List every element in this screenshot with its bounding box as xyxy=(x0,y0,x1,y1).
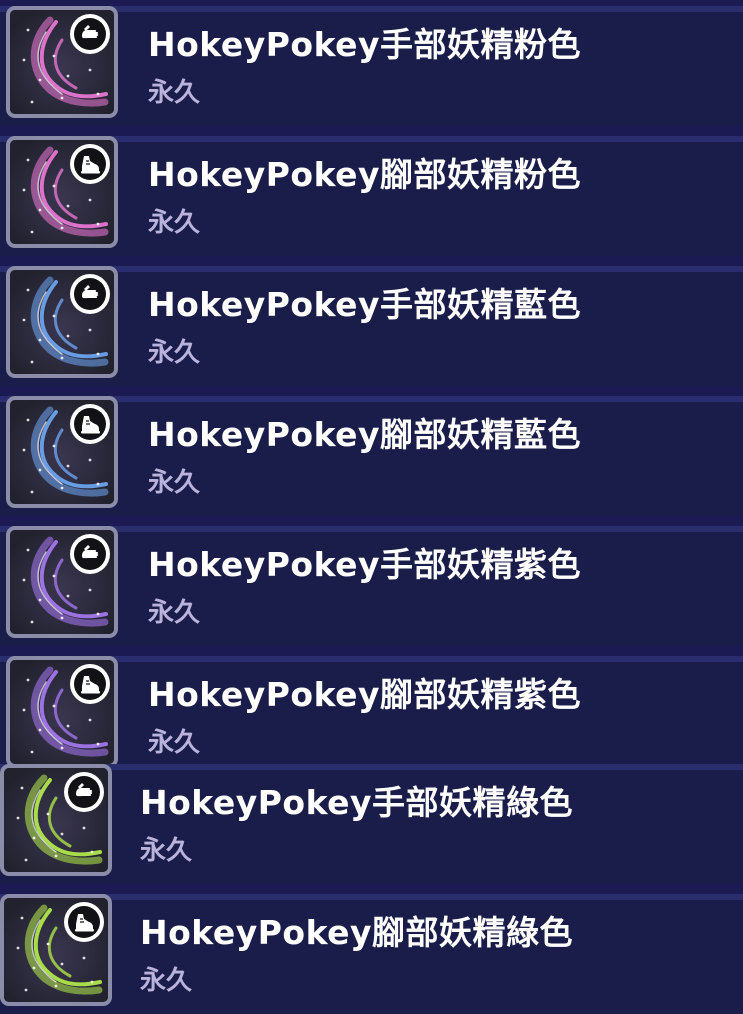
list-item[interactable]: HokeyPokey手部妖精綠色永久 xyxy=(0,764,743,884)
item-thumbnail xyxy=(6,6,118,118)
item-title: HokeyPokey手部妖精粉色 xyxy=(148,25,582,64)
item-duration: 永久 xyxy=(148,338,201,368)
list-item[interactable]: HokeyPokey腳部妖精粉色永久 xyxy=(0,136,743,256)
hand-icon xyxy=(70,534,110,574)
item-duration: 永久 xyxy=(148,208,201,238)
item-thumbnail xyxy=(0,764,112,876)
item-thumbnail xyxy=(6,396,118,508)
item-thumbnail xyxy=(6,136,118,248)
item-duration: 永久 xyxy=(148,598,201,628)
item-title: HokeyPokey手部妖精藍色 xyxy=(148,285,582,324)
item-duration: 永久 xyxy=(140,966,193,996)
list-item[interactable]: HokeyPokey手部妖精紫色永久 xyxy=(0,526,743,646)
list-item[interactable]: HokeyPokey手部妖精粉色永久 xyxy=(0,6,743,126)
item-duration: 永久 xyxy=(148,728,201,758)
sneaker-icon xyxy=(70,404,110,444)
item-thumbnail xyxy=(6,656,118,768)
sneaker-icon xyxy=(64,902,104,942)
item-title: HokeyPokey腳部妖精綠色 xyxy=(140,913,574,952)
sneaker-icon xyxy=(70,144,110,184)
list-item[interactable]: HokeyPokey腳部妖精藍色永久 xyxy=(0,396,743,516)
hand-icon xyxy=(70,274,110,314)
item-title: HokeyPokey手部妖精綠色 xyxy=(140,783,574,822)
item-title: HokeyPokey手部妖精紫色 xyxy=(148,545,582,584)
item-duration: 永久 xyxy=(140,836,193,866)
item-list: HokeyPokey手部妖精粉色永久 HokeyPokey腳部妖精粉色永久 xyxy=(0,0,743,1014)
sneaker-icon xyxy=(70,664,110,704)
item-title: HokeyPokey腳部妖精藍色 xyxy=(148,415,582,454)
list-item[interactable]: HokeyPokey腳部妖精紫色永久 xyxy=(0,656,743,776)
list-item[interactable]: HokeyPokey手部妖精藍色永久 xyxy=(0,266,743,386)
item-duration: 永久 xyxy=(148,78,201,108)
item-thumbnail xyxy=(0,894,112,1006)
item-thumbnail xyxy=(6,266,118,378)
item-title: HokeyPokey腳部妖精粉色 xyxy=(148,155,582,194)
item-title: HokeyPokey腳部妖精紫色 xyxy=(148,675,582,714)
hand-icon xyxy=(64,772,104,812)
item-thumbnail xyxy=(6,526,118,638)
list-item[interactable]: HokeyPokey腳部妖精綠色永久 xyxy=(0,894,743,1014)
item-duration: 永久 xyxy=(148,468,201,498)
hand-icon xyxy=(70,14,110,54)
